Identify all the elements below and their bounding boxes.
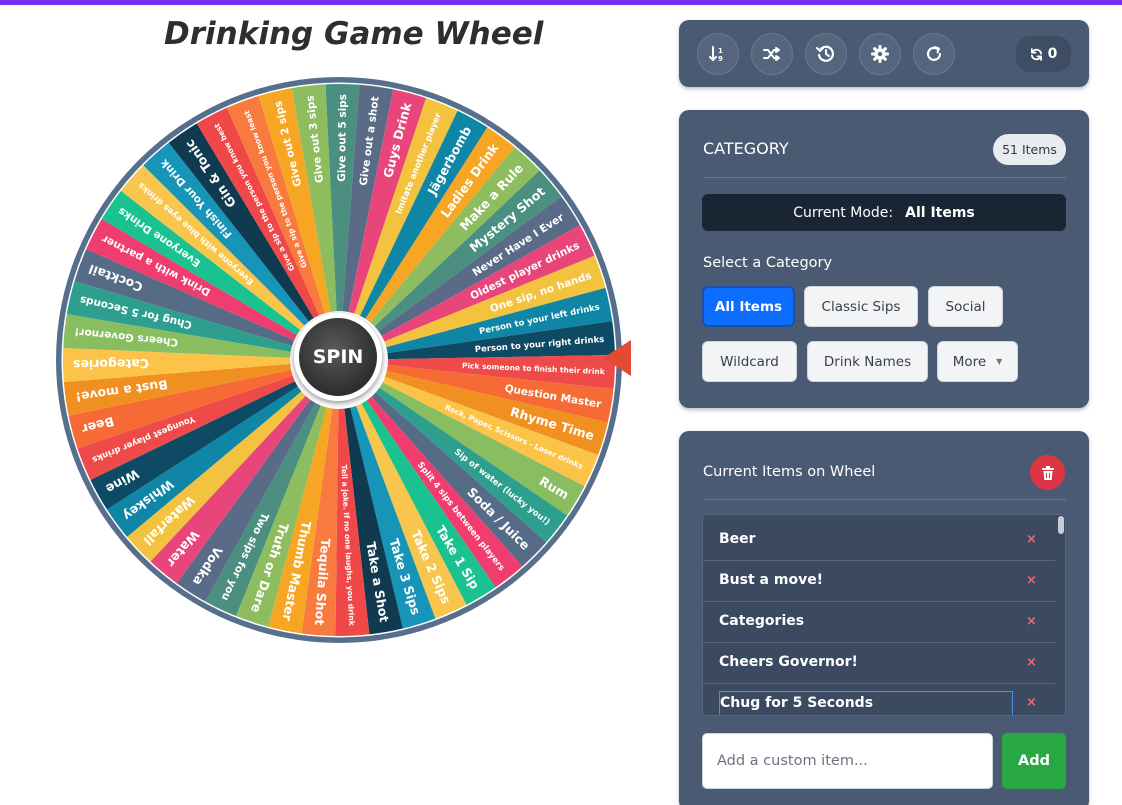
category-wildcard-button[interactable]: Wildcard — [702, 341, 797, 382]
svg-text:9: 9 — [718, 55, 723, 63]
remove-item-icon[interactable]: × — [1026, 614, 1037, 629]
mode-value: All Items — [905, 204, 975, 221]
history-button[interactable] — [805, 33, 847, 75]
settings-icon — [871, 45, 889, 63]
shuffle-button[interactable] — [751, 33, 793, 75]
item-list-scrollbar[interactable] — [1056, 515, 1065, 715]
remove-item-icon[interactable]: × — [1026, 532, 1037, 547]
clear-items-button[interactable] — [1030, 455, 1065, 490]
list-item[interactable]: Categories × — [703, 602, 1055, 643]
category-social-button[interactable]: Social — [928, 286, 1003, 327]
page-title: Drinking Game Wheel — [164, 16, 544, 52]
current-items-panel: Current Items on Wheel Beer × Bust a mov… — [679, 431, 1089, 805]
mode-label: Current Mode: — [793, 204, 894, 221]
history-icon — [816, 45, 834, 62]
select-category-label: Select a Category — [703, 255, 833, 271]
category-heading: CATEGORY — [703, 139, 789, 158]
spin-button[interactable]: SPIN — [294, 313, 382, 401]
category-panel: CATEGORY 51 Items Current Mode: All Item… — [679, 110, 1089, 408]
item-label: Cheers Governor! — [719, 654, 858, 670]
top-accent-bar — [0, 0, 1122, 5]
settings-button[interactable] — [859, 33, 901, 75]
shuffle-icon — [763, 47, 780, 61]
refresh-icon — [1030, 47, 1042, 61]
reset-button[interactable] — [913, 33, 955, 75]
item-label: Bust a move! — [719, 572, 824, 588]
wheel-segment-label: Give out 5 sips — [336, 94, 349, 182]
category-more-dropdown[interactable]: More ▼ — [937, 341, 1018, 382]
wheel-segment-label: Categories — [73, 356, 149, 372]
add-item-button[interactable]: Add — [1002, 733, 1066, 789]
current-items-heading: Current Items on Wheel — [703, 464, 876, 480]
spin-counter-badge: 0 — [1016, 36, 1071, 72]
current-mode-box: Current Mode: All Items — [702, 194, 1066, 231]
remove-item-icon[interactable]: × — [1026, 655, 1037, 670]
items-count-badge: 51 Items — [993, 134, 1066, 165]
scrollbar-thumb[interactable] — [1058, 516, 1064, 534]
sort-button[interactable]: 1 9 — [697, 33, 739, 75]
divider — [703, 177, 1066, 178]
remove-item-icon[interactable]: × — [1026, 573, 1037, 588]
custom-item-input[interactable] — [702, 733, 993, 789]
item-label: Categories — [719, 613, 805, 629]
caret-down-icon: ▼ — [996, 357, 1003, 366]
wheel-pointer-icon — [603, 340, 631, 376]
remove-item-icon[interactable]: × — [1026, 695, 1037, 710]
category-all-items-button[interactable]: All Items — [702, 286, 795, 327]
list-item-editing[interactable]: Chug for 5 Seconds × — [703, 683, 1055, 715]
reset-icon — [926, 46, 942, 61]
sort-icon: 1 9 — [709, 46, 723, 63]
item-label-editable[interactable]: Chug for 5 Seconds — [719, 691, 1013, 715]
toolbar-panel: 1 9 0 — [679, 20, 1089, 87]
list-item[interactable]: Bust a move! × — [703, 561, 1055, 602]
trash-icon — [1041, 465, 1054, 480]
spin-count: 0 — [1047, 46, 1058, 62]
category-classic-sips-button[interactable]: Classic Sips — [804, 286, 918, 327]
category-drink-names-button[interactable]: Drink Names — [807, 341, 928, 382]
item-list[interactable]: Beer × Bust a move! × Categories × Cheer… — [702, 514, 1066, 716]
svg-text:1: 1 — [718, 47, 723, 55]
more-label: More — [952, 353, 987, 370]
list-item[interactable]: Cheers Governor! × — [703, 643, 1055, 684]
item-label: Beer — [719, 531, 756, 547]
list-item[interactable]: Beer × — [703, 520, 1055, 561]
divider — [703, 499, 1066, 500]
